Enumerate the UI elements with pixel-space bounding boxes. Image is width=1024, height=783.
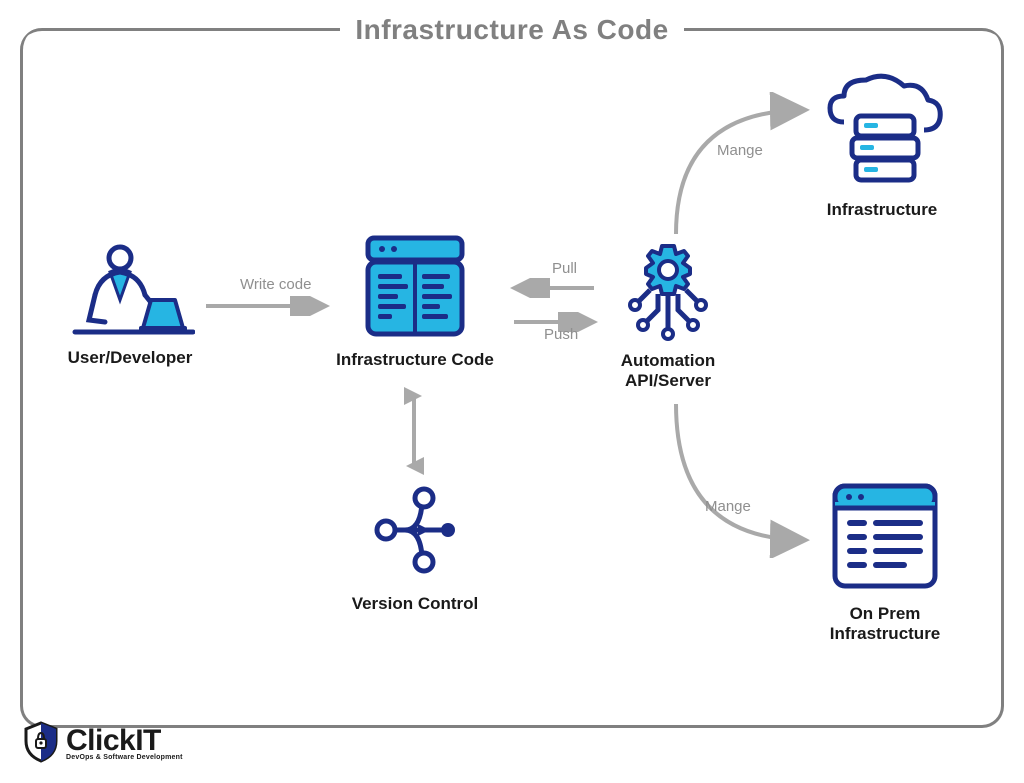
brand-name-text: ClickIT [66, 724, 161, 757]
arrow-version-control [404, 386, 424, 476]
git-branch-icon [360, 476, 470, 586]
code-window-icon [360, 232, 470, 342]
node-infrastructure-code: Infrastructure Code [320, 232, 510, 370]
node-cloudinfra-label: Infrastructure [792, 200, 972, 220]
developer-icon [65, 240, 195, 340]
node-onprem-label: On Prem Infrastructure [790, 604, 980, 645]
brand-logo: ClickIT DevOps & Software Development [22, 721, 183, 763]
node-cloud-infrastructure: Infrastructure [792, 72, 972, 220]
node-versioncontrol-label: Version Control [320, 594, 510, 614]
shield-lock-icon [22, 721, 60, 763]
node-infracode-label: Infrastructure Code [320, 350, 510, 370]
arrow-write-code [204, 296, 334, 316]
arrow-manage-onprem [668, 398, 818, 558]
cloud-servers-icon [812, 72, 952, 192]
arrow-manage-cloud [668, 92, 818, 242]
page-title: Infrastructure As Code [0, 14, 1024, 46]
node-automation-label: Automation API/Server [588, 351, 748, 392]
edge-write-code-label: Write code [240, 276, 311, 293]
edge-manage-bottom-label: Mange [705, 498, 751, 515]
node-version-control: Version Control [320, 476, 510, 614]
edge-manage-top-label: Mange [717, 142, 763, 159]
node-onprem-infrastructure: On Prem Infrastructure [790, 478, 980, 645]
node-user-developer: User/Developer [50, 240, 210, 368]
brand-name: ClickIT [66, 724, 183, 758]
arrow-pull [510, 278, 600, 298]
browser-window-icon [825, 478, 945, 596]
brand-tagline: DevOps & Software Development [66, 754, 183, 761]
edge-pull-label: Pull [552, 260, 577, 277]
node-automation-server: Automation API/Server [588, 238, 748, 392]
gear-circuit-icon [616, 238, 721, 343]
node-user-label: User/Developer [50, 348, 210, 368]
edge-push-label: Push [544, 326, 578, 343]
